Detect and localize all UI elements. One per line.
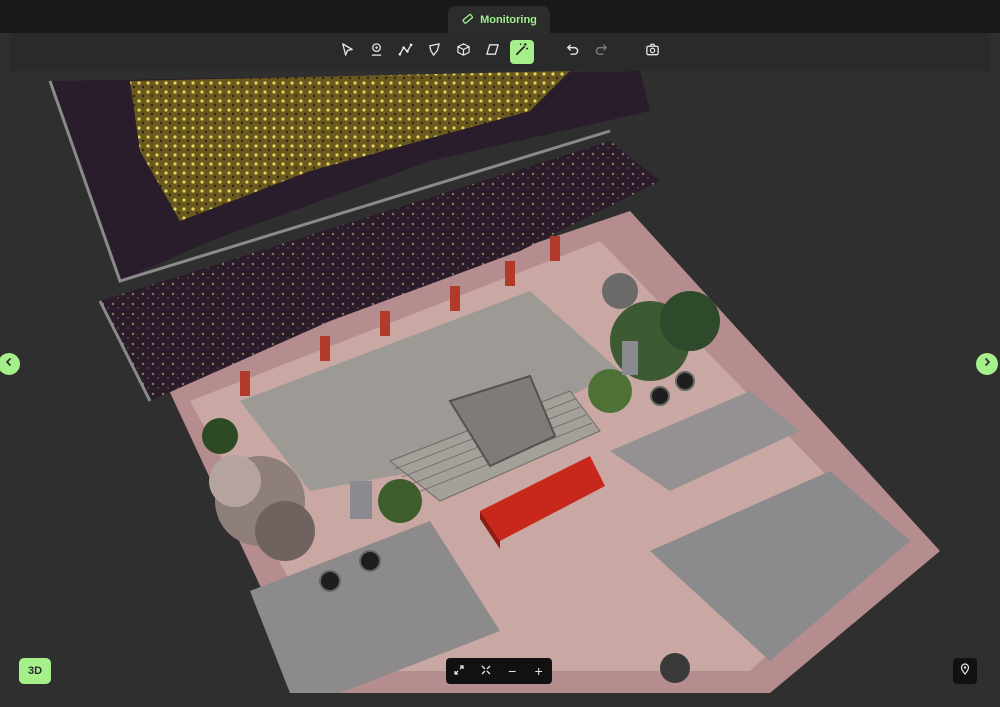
polygon-tool-button[interactable] xyxy=(423,40,447,64)
zoom-out-button[interactable]: − xyxy=(501,660,523,682)
map-pin-icon xyxy=(959,662,971,680)
undo-icon xyxy=(565,42,580,62)
magic-wand-icon xyxy=(514,42,529,62)
polyline-tool-button[interactable] xyxy=(394,40,418,64)
location-pin-icon xyxy=(369,42,384,62)
camera-icon xyxy=(645,42,660,62)
next-view-button[interactable] xyxy=(976,353,998,375)
ruler-icon xyxy=(461,12,474,28)
crosshair-icon xyxy=(480,663,492,679)
fit-view-button[interactable] xyxy=(448,660,470,682)
area-tool-button[interactable] xyxy=(481,40,505,64)
location-button[interactable] xyxy=(953,658,977,684)
chevron-right-icon xyxy=(981,355,993,373)
chevron-left-icon xyxy=(3,355,15,373)
center-view-button[interactable] xyxy=(475,660,497,682)
cube-icon xyxy=(456,42,471,62)
tab-label: Monitoring xyxy=(480,14,537,26)
point-tool-button[interactable] xyxy=(365,40,389,64)
main-frame xyxy=(10,33,990,693)
select-tool-button[interactable] xyxy=(336,40,360,64)
view-mode-3d-button[interactable]: 3D xyxy=(19,658,51,684)
tab-monitoring[interactable]: Monitoring xyxy=(448,6,550,34)
plane-icon xyxy=(485,42,500,62)
top-bar: Monitoring xyxy=(0,0,1000,34)
zoom-controls: − + xyxy=(446,658,552,684)
volume-tool-button[interactable] xyxy=(452,40,476,64)
redo-button[interactable] xyxy=(590,40,614,64)
undo-button[interactable] xyxy=(561,40,585,64)
polyline-icon xyxy=(398,42,413,62)
polygon-icon xyxy=(427,42,442,62)
3d-viewport[interactable] xyxy=(10,71,990,693)
redo-icon xyxy=(594,42,609,62)
screenshot-button[interactable] xyxy=(641,40,665,64)
zoom-in-button[interactable]: + xyxy=(528,660,550,682)
toolbar xyxy=(10,33,990,71)
expand-icon xyxy=(453,663,465,679)
cursor-icon xyxy=(340,42,355,62)
magic-wand-tool-button[interactable] xyxy=(509,40,534,64)
point-cloud-scene xyxy=(48,71,940,693)
